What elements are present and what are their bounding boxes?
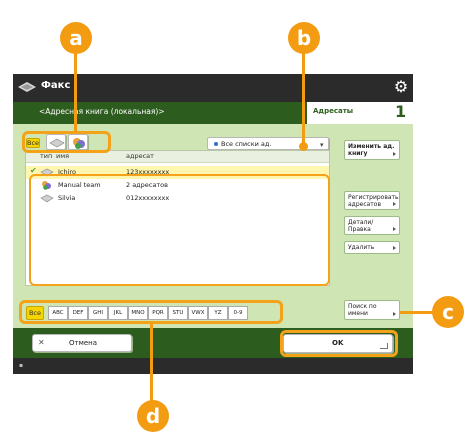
list-dot-icon [214, 142, 218, 146]
callout-b: b [288, 22, 320, 54]
details-edit-button[interactable]: Детали/ Правка [344, 216, 400, 235]
title-bar: Факс ⚙ [13, 74, 413, 102]
callout-d-leader [150, 323, 153, 407]
chevron-down-icon: ▾ [320, 141, 324, 149]
edit-address-book-button[interactable]: Изменить ад. книгу [344, 140, 400, 160]
close-icon: ✕ [38, 338, 45, 347]
status-footer: ▪ [13, 358, 413, 374]
callout-a: a [60, 22, 92, 54]
callout-a-highlight [22, 131, 111, 153]
search-by-name-button[interactable]: Поиск по имени [344, 300, 400, 320]
callout-b-leader [302, 52, 305, 146]
address-list-select[interactable]: Все списки ад. ▾ [207, 137, 329, 150]
address-book-header: <Адресная книга (локальная)> Адресаты 1 [13, 102, 413, 124]
cancel-button[interactable]: ✕ Отмена [32, 334, 132, 352]
ok-highlight [280, 330, 398, 357]
callout-a-leader [74, 50, 77, 132]
callout-d-highlight [19, 300, 283, 324]
page-title: <Адресная книга (локальная)> [39, 107, 165, 116]
col-type: тип [40, 152, 53, 160]
col-name: имя [56, 152, 70, 160]
tab-destinations[interactable]: Адресаты 1 [307, 102, 413, 124]
callout-d: d [137, 400, 169, 432]
col-destination: адресат [126, 152, 154, 160]
fax-icon [18, 82, 36, 92]
cancel-label: Отмена [69, 339, 98, 347]
callout-c: c [432, 296, 464, 328]
list-highlight [29, 174, 330, 286]
gear-icon[interactable]: ⚙ [391, 77, 411, 97]
register-destinations-button[interactable]: Регистрировать адресатов [344, 191, 400, 210]
callout-b-dot [299, 142, 308, 151]
app-title: Факс [41, 80, 71, 91]
tab-label: Адресаты [313, 107, 354, 115]
destination-count: 1 [395, 102, 407, 121]
status-icon: ▪ [19, 362, 24, 369]
list-select-value: Все списки ад. [221, 140, 272, 148]
delete-button[interactable]: Удалить [344, 241, 400, 254]
